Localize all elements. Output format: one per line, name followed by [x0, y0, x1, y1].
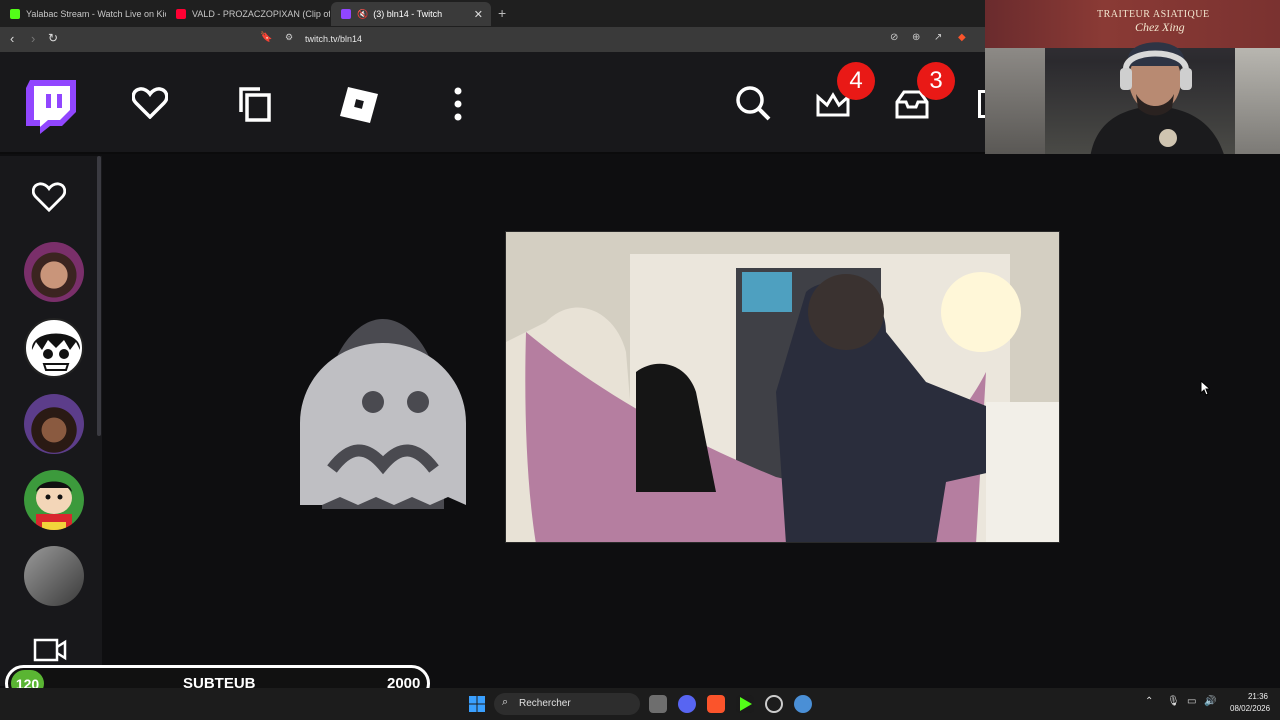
discord-icon[interactable]	[678, 695, 696, 713]
windows-start-icon[interactable]	[469, 696, 485, 717]
browser-tab-twitch[interactable]: 🔇 (3) bln14 - Twitch ✕	[331, 2, 491, 26]
url-text: twitch.tv/bln14	[305, 34, 363, 44]
window-frame	[1235, 48, 1280, 154]
channel-avatar[interactable]	[24, 394, 84, 454]
brave-shield-icon[interactable]: ◆	[958, 32, 966, 43]
video-player[interactable]	[505, 231, 1060, 543]
microphone-icon[interactable]: 🎙	[1167, 696, 1180, 707]
copy-icon[interactable]	[238, 86, 272, 122]
video-camera-icon[interactable]	[33, 637, 67, 668]
taskbar-search-placeholder: Rechercher	[519, 698, 571, 709]
search-icon: ⌕	[502, 696, 509, 708]
browser-tab-youtube[interactable]: VALD - PROZACZOPIXAN (Clip offici	[166, 2, 330, 26]
share-icon[interactable]: ↗	[934, 32, 942, 43]
tab-title: (3) bln14 - Twitch	[373, 9, 443, 19]
clock-date[interactable]: 08/02/2026	[1230, 704, 1270, 713]
windows-taskbar: ⌕ Rechercher ⌃ 🎙 ▭ 🔊 21:36 08/02/2026	[0, 688, 1280, 720]
roblox-icon[interactable]	[338, 85, 380, 125]
clock-time[interactable]: 21:36	[1230, 692, 1268, 701]
channel-avatar[interactable]	[24, 318, 84, 378]
recording-app-icon[interactable]	[765, 695, 783, 713]
heart-icon[interactable]	[31, 182, 67, 217]
channel-avatar[interactable]	[24, 546, 84, 606]
volume-icon[interactable]: 🔊	[1204, 696, 1216, 707]
search-icon[interactable]	[734, 84, 772, 122]
kick-favicon-icon	[10, 9, 20, 19]
reload-icon[interactable]: ↻	[48, 31, 58, 45]
back-icon[interactable]: ‹	[10, 31, 14, 46]
prime-icon[interactable]	[978, 90, 985, 118]
twitch-logo-icon[interactable]	[26, 80, 76, 134]
site-info-icon[interactable]: ⚙	[285, 32, 293, 43]
twitch-favicon-icon	[341, 9, 351, 19]
youtube-favicon-icon	[176, 9, 186, 19]
store-sign-line1: TRAITEUR ASIATIQUE	[1097, 9, 1210, 20]
mouse-cursor-icon	[1200, 379, 1212, 401]
obs-app-icon[interactable]	[736, 695, 754, 713]
no-tracking-icon[interactable]: ⊘	[890, 32, 898, 43]
streamer-webcam: TRAITEUR ASIATIQUE Chez Xing	[985, 0, 1280, 154]
zoom-icon[interactable]: ⊕	[912, 32, 920, 43]
stream-frame	[506, 232, 1059, 542]
muted-speaker-icon[interactable]: 🔇	[357, 9, 368, 20]
forward-icon[interactable]: ›	[31, 31, 35, 46]
bookmark-icon[interactable]: 🔖	[260, 32, 272, 43]
screen: Yalabac Stream - Watch Live on Kick VALD…	[0, 0, 1280, 720]
tab-title: VALD - PROZACZOPIXAN (Clip offici	[192, 9, 330, 19]
new-tab-button[interactable]: +	[498, 5, 506, 21]
address-bar[interactable]: 🔖 ⚙ twitch.tv/bln14 ⊘ ⊕ ↗ ◆	[254, 30, 980, 49]
followed-channels-sidebar	[0, 156, 102, 686]
tab-title: Yalabac Stream - Watch Live on Kick	[26, 9, 166, 19]
task-view-icon[interactable]	[649, 695, 667, 713]
close-tab-icon[interactable]: ✕	[474, 8, 483, 21]
channel-avatar[interactable]	[24, 470, 84, 530]
settings-app-icon[interactable]	[794, 695, 812, 713]
streamer-figure	[1090, 42, 1224, 154]
notifications-badge: 4	[837, 62, 875, 100]
taskbar-search[interactable]: ⌕ Rechercher	[494, 693, 640, 715]
chevron-up-icon[interactable]: ⌃	[1145, 696, 1153, 707]
more-vertical-icon[interactable]	[450, 86, 466, 122]
channel-avatar[interactable]	[24, 242, 84, 302]
inbox-badge: 3	[917, 62, 955, 100]
browser-tab-kick[interactable]: Yalabac Stream - Watch Live on Kick	[0, 2, 166, 26]
heart-icon[interactable]	[132, 86, 168, 120]
sidebar-scrollbar[interactable]	[97, 156, 101, 436]
network-icon[interactable]: ▭	[1187, 696, 1196, 707]
window-frame	[985, 48, 1045, 154]
brave-browser-icon[interactable]	[707, 695, 725, 713]
